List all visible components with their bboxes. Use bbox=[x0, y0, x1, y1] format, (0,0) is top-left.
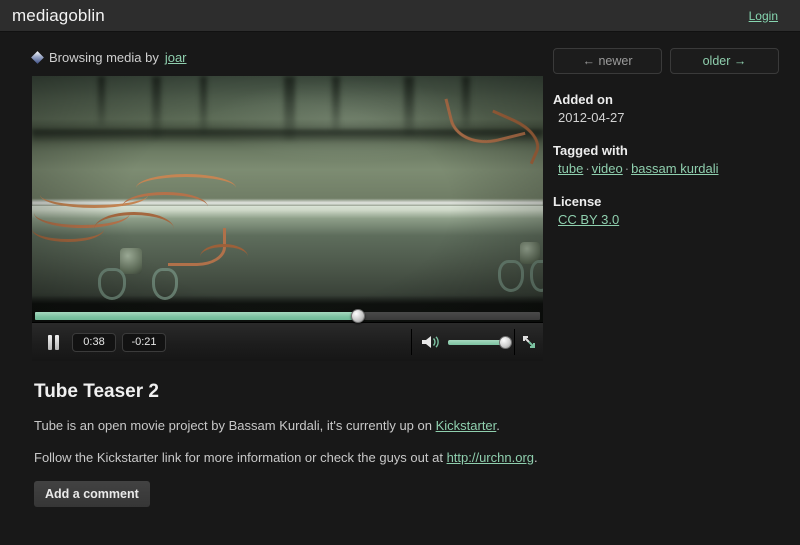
player-controls: 0:38 -0:21 bbox=[32, 309, 543, 361]
login-link[interactable]: Login bbox=[749, 9, 778, 23]
remaining-time: -0:21 bbox=[122, 332, 166, 352]
current-time: 0:38 bbox=[72, 332, 116, 352]
license-value: CC BY 3.0 bbox=[553, 212, 779, 227]
urchn-link[interactable]: http://urchn.org bbox=[447, 450, 534, 465]
sidebar: ← newer older → Added on 2012-04-27 Tagg… bbox=[553, 48, 779, 507]
tag-separator: · bbox=[585, 161, 590, 176]
license-link[interactable]: CC BY 3.0 bbox=[558, 212, 619, 227]
site-logo[interactable]: mediagoblin bbox=[12, 6, 105, 26]
add-comment-button[interactable]: Add a comment bbox=[34, 481, 150, 507]
description-text-1b: . bbox=[496, 418, 500, 433]
added-on-label: Added on bbox=[553, 92, 613, 107]
tag-link[interactable]: bassam kurdali bbox=[631, 161, 718, 176]
license-label: License bbox=[553, 194, 602, 209]
progress-fill bbox=[35, 312, 359, 320]
media-description-paragraph-2: Follow the Kickstarter link for more inf… bbox=[34, 449, 543, 467]
tag-link[interactable]: tube bbox=[558, 161, 583, 176]
volume-group bbox=[411, 329, 515, 355]
added-on-value: 2012-04-27 bbox=[558, 110, 625, 125]
diamond-icon bbox=[31, 50, 44, 64]
controls-row: 0:38 -0:21 bbox=[32, 329, 543, 355]
content-columns: Browsing media by joar 0:38 -0:21 Tube T… bbox=[31, 48, 779, 507]
kickstarter-link[interactable]: Kickstarter bbox=[436, 418, 497, 433]
speaker-icon[interactable] bbox=[420, 334, 442, 350]
tagged-with-label: Tagged with bbox=[553, 143, 628, 158]
breadcrumb-user-link[interactable]: joar bbox=[165, 50, 187, 65]
description-text-2b: . bbox=[534, 450, 538, 465]
main-column: Browsing media by joar 0:38 -0:21 Tube T… bbox=[31, 48, 543, 507]
newer-button[interactable]: ← newer bbox=[553, 48, 662, 74]
site-header: mediagoblin Login bbox=[0, 0, 800, 32]
volume-slider[interactable] bbox=[448, 335, 512, 349]
tag-link[interactable]: video bbox=[592, 161, 623, 176]
tag-separator: · bbox=[624, 161, 630, 176]
breadcrumb: Browsing media by joar bbox=[31, 48, 543, 66]
description-text-1a: Tube is an open movie project by Bassam … bbox=[34, 418, 436, 433]
older-button[interactable]: older → bbox=[670, 48, 779, 74]
video-player[interactable]: 0:38 -0:21 bbox=[32, 76, 543, 361]
pause-icon[interactable] bbox=[40, 331, 66, 353]
tag-list: tube · video · bassam kurdali bbox=[553, 161, 779, 176]
media-description-paragraph-1: Tube is an open movie project by Bassam … bbox=[34, 417, 543, 435]
volume-fill bbox=[448, 339, 506, 345]
breadcrumb-prefix: Browsing media by bbox=[49, 49, 159, 65]
fullscreen-icon[interactable] bbox=[515, 329, 543, 355]
description-text-2a: Follow the Kickstarter link for more inf… bbox=[34, 450, 447, 465]
volume-handle[interactable] bbox=[499, 335, 512, 349]
progress-bar[interactable] bbox=[35, 309, 540, 323]
page-container: Browsing media by joar 0:38 -0:21 Tube T… bbox=[0, 32, 800, 545]
page-title: Tube Teaser 2 bbox=[34, 381, 159, 402]
nav-buttons: ← newer older → bbox=[553, 48, 779, 74]
